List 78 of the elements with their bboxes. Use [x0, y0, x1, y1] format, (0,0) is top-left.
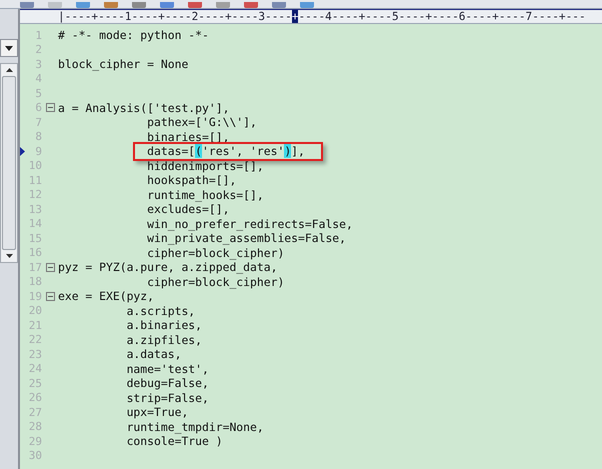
code-line: cipher=block_cipher)	[146, 246, 284, 260]
line-number: 29	[28, 434, 42, 448]
line-number: 25	[28, 376, 42, 390]
code-line: runtime_tmpdir=None,	[126, 420, 264, 434]
toolbar-icon[interactable]	[272, 2, 286, 8]
code-line: a.zipfiles,	[126, 332, 202, 347]
code-line: a.binaries,	[126, 318, 202, 332]
fold-icon[interactable]	[46, 262, 54, 272]
scroll-up-icon[interactable]	[6, 68, 12, 72]
line-number: 30	[28, 449, 42, 462]
code-line: a.datas,	[126, 347, 182, 362]
line-number: 18	[28, 275, 42, 288]
toolbar-icon[interactable]	[76, 2, 90, 8]
code-line: pathex=['G:\\'],	[146, 115, 257, 130]
toolbar-icon[interactable]	[244, 2, 258, 8]
code-line: hiddenimports=[],	[146, 158, 264, 173]
line-number: 13	[28, 202, 42, 216]
toolbar-icon[interactable]	[300, 2, 314, 8]
line-number: 8	[34, 130, 42, 144]
code-line: hookspath=[],	[146, 173, 236, 188]
toolbar-icon[interactable]	[188, 2, 202, 8]
fold-icon[interactable]	[46, 103, 54, 112]
toolbar-icon[interactable]	[20, 2, 34, 8]
scroll-thumb[interactable]	[2, 76, 16, 250]
code-line: pyz = PYZ(a.pure, a.zipped_data,	[58, 260, 278, 274]
code-line: binaries=[],	[146, 130, 230, 144]
code-line: block_cipher = None	[58, 57, 188, 72]
toolbar-icon[interactable]	[160, 2, 174, 8]
code-line: cipher=block_cipher)	[146, 274, 284, 289]
line-number: 23	[28, 348, 42, 361]
line-number: 21	[28, 318, 42, 332]
code-line: win_no_prefer_redirects=False,	[146, 216, 353, 231]
line-number: 15	[28, 232, 42, 245]
line-number: 16	[28, 246, 42, 260]
toolbar-icon[interactable]	[104, 2, 118, 8]
column-ruler: |----+----1----+----2----+----3----+----4----+----5----+----6----+----7----+---	[20, 9, 602, 24]
code-line: console=True )	[126, 434, 223, 448]
code-line: name='test',	[126, 362, 209, 376]
scroll-down-icon[interactable]	[6, 254, 12, 258]
line-number: 6	[34, 101, 42, 114]
line-number: 14	[28, 217, 42, 230]
line-number: 2	[34, 43, 42, 56]
ruler-cursor: +	[292, 10, 298, 23]
dropdown-button[interactable]	[0, 39, 18, 57]
code-line: a = Analysis(['test.py'],	[58, 100, 230, 115]
line-number: 19	[28, 290, 42, 303]
code-line: datas=[('res', 'res')],	[146, 144, 305, 158]
fold-icon[interactable]	[46, 292, 54, 301]
line-number: 27	[28, 406, 42, 419]
code-line: win_private_assemblies=False,	[146, 231, 346, 246]
line-number: 28	[28, 420, 42, 434]
line-number: 7	[34, 116, 42, 129]
caret-icon	[5, 46, 13, 50]
code-line: # -*- mode: python -*-	[58, 28, 209, 42]
code-line: runtime_hooks=[],	[146, 188, 264, 202]
line-number: 20	[28, 304, 42, 318]
line-number: 17	[28, 260, 42, 274]
code-line: debug=False,	[126, 376, 209, 390]
line-number: 12	[28, 188, 42, 202]
line-number: 26	[28, 391, 42, 404]
line-number: 9	[34, 144, 42, 158]
line-number: 4	[34, 72, 42, 86]
scrollbar[interactable]	[0, 63, 18, 263]
line-number: 24	[28, 362, 42, 376]
code-line: a.scripts,	[126, 304, 196, 318]
toolbar-icon[interactable]	[132, 2, 146, 8]
line-number: 22	[28, 333, 42, 346]
line-number: 5	[34, 86, 42, 100]
code-line: exe = EXE(pyz,	[58, 289, 154, 304]
line-number: 10	[28, 159, 42, 172]
toolbar-icon[interactable]	[48, 2, 62, 8]
line-number: 11	[28, 174, 42, 187]
code-line: strip=False,	[126, 390, 209, 405]
line-number: 1	[34, 28, 42, 42]
code-line: excludes=[],	[146, 202, 230, 216]
line-number: 3	[34, 58, 42, 71]
code-line: upx=True,	[126, 405, 188, 420]
toolbar-icon[interactable]	[216, 2, 230, 8]
